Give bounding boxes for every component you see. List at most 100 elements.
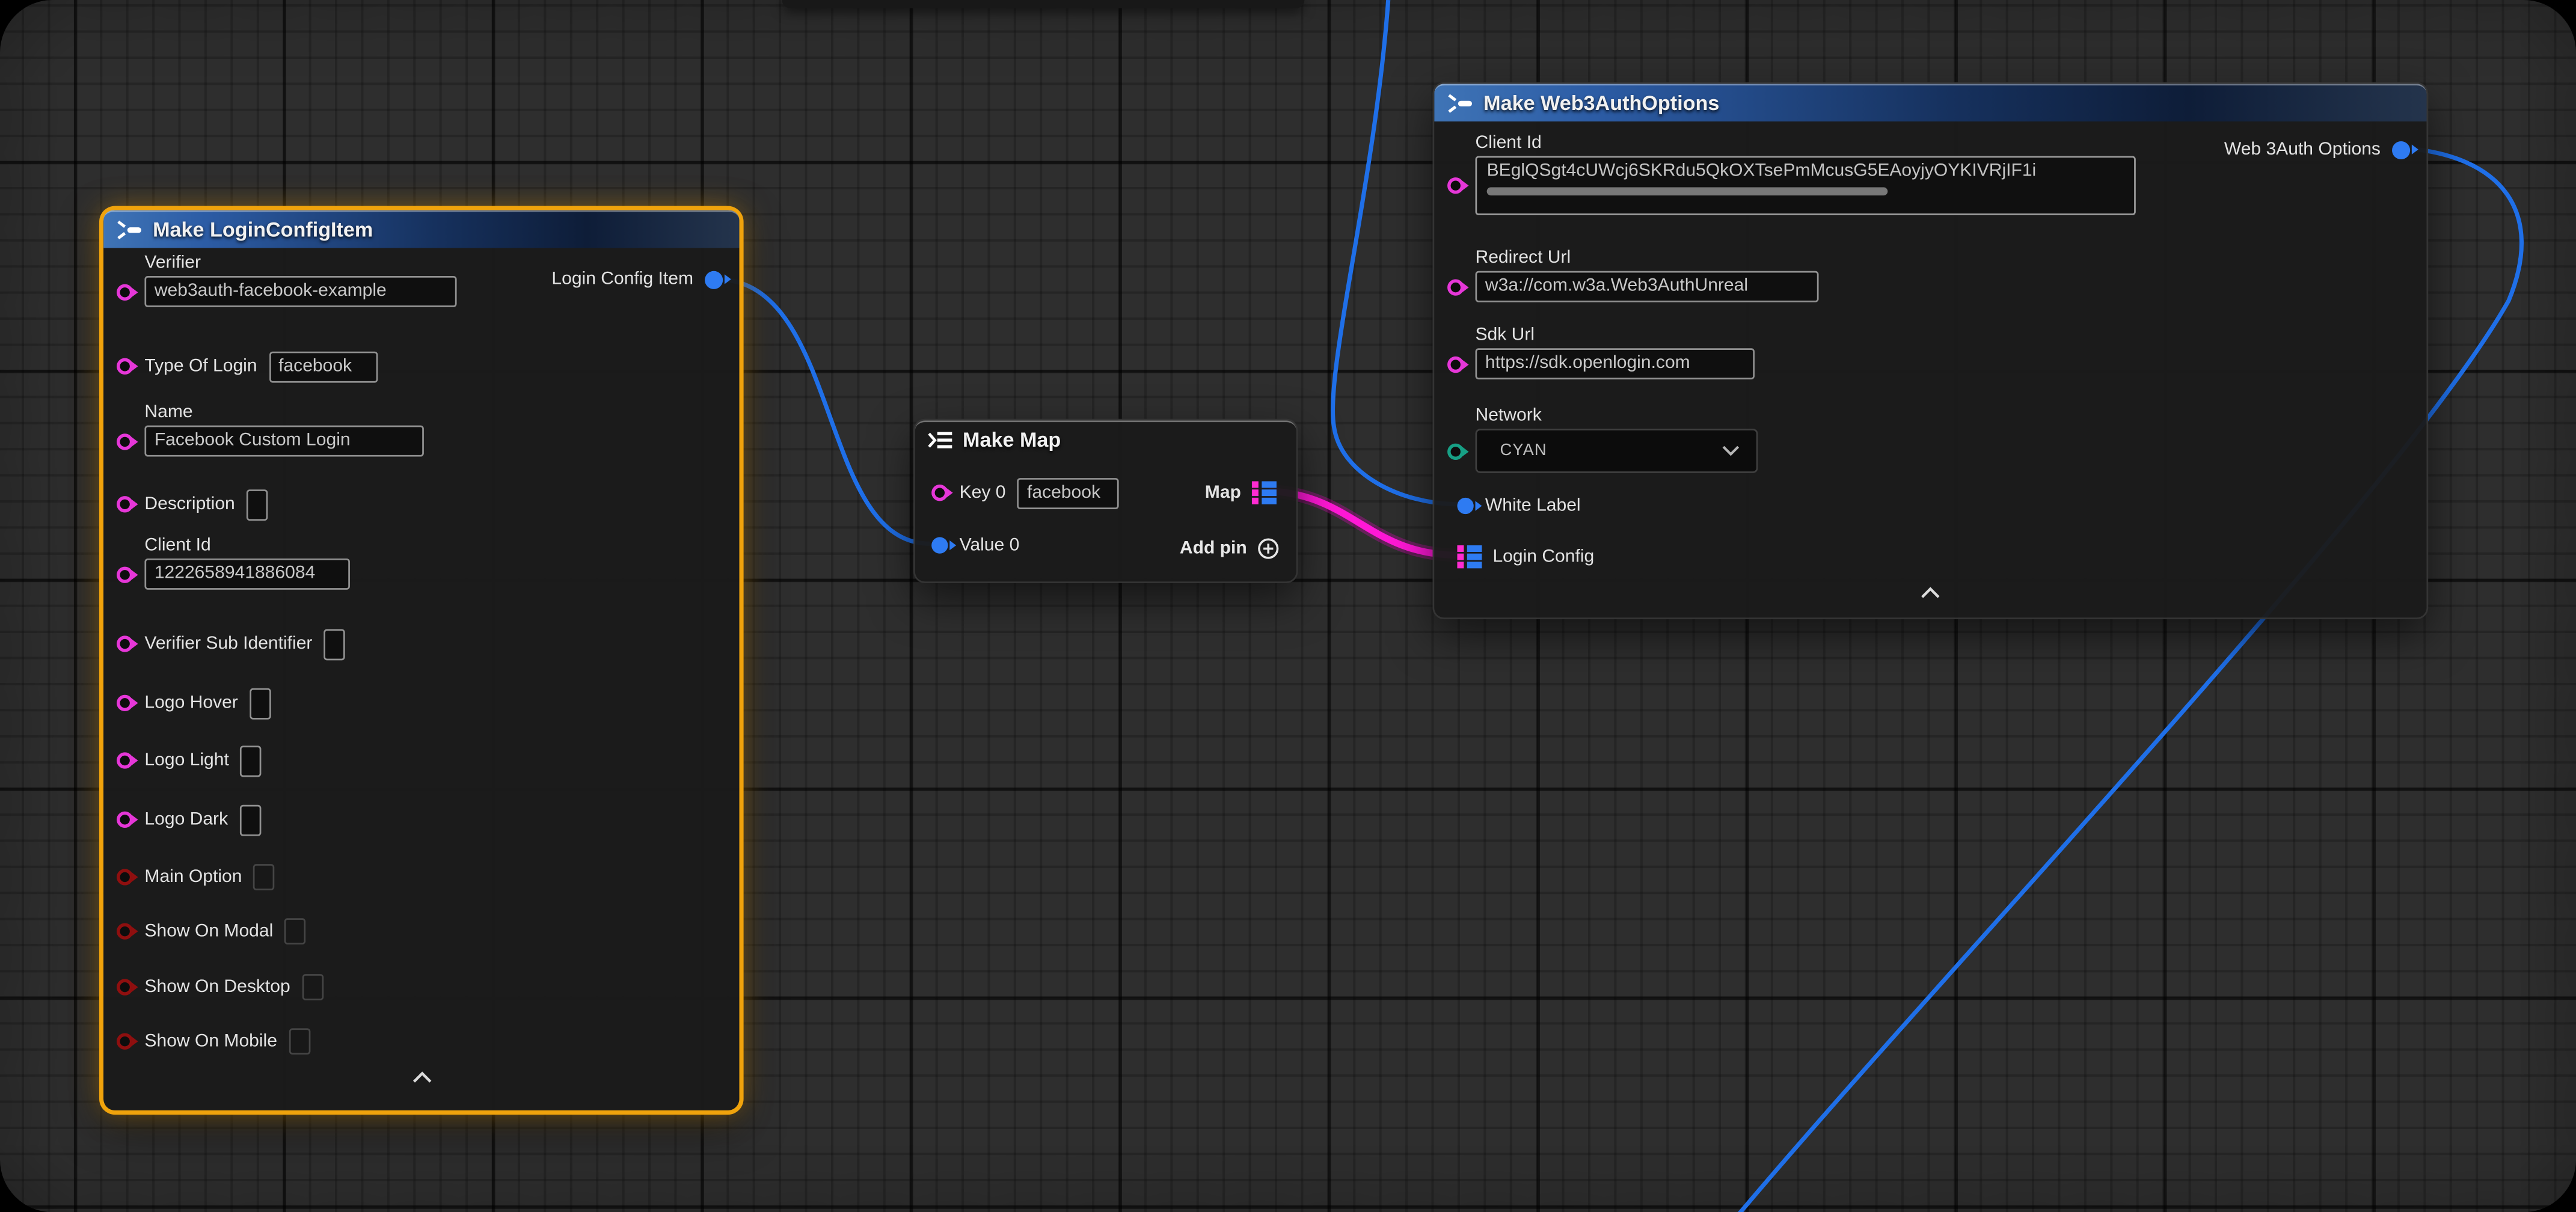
input-pin-verifier-sub-identifier[interactable] (117, 635, 133, 652)
client-id-text: BEglQSgt4cUWcj6SKRdu5QkOXTsePmMcusG5EAoy… (1487, 161, 2124, 181)
add-pin-button[interactable]: Add pin (1180, 529, 1280, 569)
node-title: Make Map (963, 429, 1061, 451)
pin-row-client-id: Client Id BEglQSgt4cUWcj6SKRdu5QkOXTsePm… (1447, 133, 2136, 215)
pin-row-description: Description (117, 486, 268, 522)
pin-row-login-config: Login Config (1457, 539, 1594, 575)
input-pin-white-label[interactable] (1457, 498, 1473, 514)
description-input[interactable] (247, 489, 268, 520)
output-pin-login-config-item[interactable] (705, 270, 723, 288)
pin-row-network: Network CYAN (1447, 406, 1758, 473)
verifier-input[interactable]: web3auth-facebook-example (144, 276, 456, 307)
pin-row-verifier: Verifier web3auth-facebook-example (117, 253, 457, 307)
input-pin-sdk-url[interactable] (1447, 356, 1464, 372)
client-id-input[interactable]: 1222658941886084 (144, 559, 350, 590)
pin-row-sdk-url: Sdk Url https://sdk.openlogin.com (1447, 325, 1755, 379)
pin-row-web3auth-options-out: Web 3Auth Options (2224, 130, 2410, 170)
graph-canvas[interactable]: Make LoginConfigItem Login Config Item V… (0, 0, 2576, 1212)
pin-label: Login Config (1492, 547, 1594, 567)
input-pin-client-id[interactable] (117, 566, 133, 582)
pin-row-value-0: Value 0 (931, 525, 1019, 565)
pin-label: Type Of Login (144, 357, 257, 376)
show-on-modal-checkbox[interactable] (284, 918, 306, 944)
pin-label: Description (144, 494, 235, 514)
client-id-scrollbar[interactable] (1487, 187, 1889, 195)
pin-label: Network (1476, 406, 1758, 429)
logo-light-input[interactable] (241, 745, 262, 776)
input-pin-description[interactable] (117, 496, 133, 512)
input-pin-name[interactable] (117, 433, 133, 449)
pin-row-logo-hover: Logo Hover (117, 685, 271, 721)
pin-row-show-on-modal: Show On Modal (117, 913, 306, 949)
pin-label: Show On Desktop (144, 978, 290, 997)
input-pin-logo-light[interactable] (117, 752, 133, 768)
show-on-desktop-checkbox[interactable] (302, 974, 324, 1000)
node-make-web3authoptions-header[interactable]: Make Web3AuthOptions (1434, 84, 2426, 121)
pin-row-client-id: Client Id 1222658941886084 (117, 536, 350, 590)
node-make-map-header[interactable]: Make Map (915, 420, 1296, 458)
add-pin-label: Add pin (1180, 539, 1247, 559)
input-pin-type-of-login[interactable] (117, 358, 133, 375)
pin-row-show-on-desktop: Show On Desktop (117, 969, 323, 1005)
input-pin-show-on-desktop[interactable] (117, 979, 133, 995)
pin-label: Logo Dark (144, 810, 228, 830)
client-id-input[interactable]: BEglQSgt4cUWcj6SKRdu5QkOXTsePmMcusG5EAoy… (1476, 156, 2136, 215)
input-pin-value-0[interactable] (931, 537, 948, 553)
input-pin-main-option[interactable] (117, 869, 133, 885)
input-pin-redirect-url[interactable] (1447, 278, 1464, 295)
pin-label: Name (144, 402, 423, 425)
blueprint-editor: Make LoginConfigItem Login Config Item V… (0, 0, 2576, 1212)
type-of-login-input[interactable]: facebook (269, 350, 377, 382)
pin-label: Key 0 (960, 483, 1006, 503)
pin-row-show-on-mobile: Show On Mobile (117, 1023, 310, 1059)
input-pin-logo-dark[interactable] (117, 812, 133, 828)
pin-label: Sdk Url (1476, 325, 1755, 348)
node-make-map[interactable]: Make Map Key 0 facebook Value 0 Map Add … (913, 419, 1298, 583)
input-pin-show-on-modal[interactable] (117, 923, 133, 939)
pin-label: Redirect Url (1476, 248, 1819, 271)
verifier-sub-identifier-input[interactable] (324, 628, 346, 660)
pin-label: Show On Modal (144, 922, 273, 941)
show-on-mobile-checkbox[interactable] (289, 1028, 310, 1054)
wire-loginconfigitem-to-value0[interactable] (716, 279, 930, 543)
chevron-down-icon (1722, 445, 1740, 456)
input-pin-client-id[interactable] (1447, 177, 1464, 194)
output-pin-map[interactable] (1253, 481, 1277, 505)
input-pin-network[interactable] (1447, 442, 1464, 459)
node-make-web3authoptions[interactable]: Make Web3AuthOptions Web 3Auth Options C… (1432, 82, 2428, 619)
pin-row-login-config-item-out: Login Config Item (551, 260, 723, 299)
add-pin-plus-icon (1257, 537, 1280, 560)
collapse-chevron-icon[interactable] (1920, 586, 1942, 599)
output-pin-web3auth-options[interactable] (2392, 141, 2410, 159)
pin-label: Show On Mobile (144, 1032, 277, 1051)
key-0-input[interactable]: facebook (1017, 477, 1119, 509)
pin-row-white-label: White Label (1457, 488, 1580, 524)
pin-row-logo-light: Logo Light (117, 742, 262, 779)
logo-dark-input[interactable] (239, 804, 261, 835)
pin-label: Web 3Auth Options (2224, 139, 2381, 159)
pin-label: Logo Light (144, 751, 228, 771)
main-option-checkbox[interactable] (254, 864, 275, 890)
pin-row-redirect-url: Redirect Url w3a://com.w3a.Web3AuthUnrea… (1447, 248, 1818, 302)
collapse-chevron-icon[interactable] (411, 1071, 432, 1084)
pin-row-verifier-sub-identifier: Verifier Sub Identifier (117, 626, 345, 662)
pin-label: Verifier Sub Identifier (144, 634, 312, 654)
pin-label: Client Id (144, 536, 350, 559)
pin-row-name: Name Facebook Custom Login (117, 402, 424, 456)
network-dropdown[interactable]: CYAN (1476, 429, 1758, 473)
sdk-url-input[interactable]: https://sdk.openlogin.com (1476, 348, 1755, 379)
input-pin-verifier[interactable] (117, 283, 133, 299)
redirect-url-input[interactable]: w3a://com.w3a.Web3AuthUnreal (1476, 271, 1819, 302)
pin-row-main-option: Main Option (117, 859, 275, 895)
make-struct-icon (115, 220, 143, 240)
make-map-icon (927, 430, 953, 450)
input-pin-login-config[interactable] (1457, 545, 1481, 569)
pin-row-type-of-login: Type Of Login facebook (117, 348, 377, 384)
node-make-loginconfigitem[interactable]: Make LoginConfigItem Login Config Item V… (103, 210, 739, 1110)
node-make-loginconfigitem-header[interactable]: Make LoginConfigItem (103, 210, 739, 248)
logo-hover-input[interactable] (250, 687, 271, 718)
pin-label: White Label (1485, 496, 1581, 516)
input-pin-logo-hover[interactable] (117, 695, 133, 711)
input-pin-key-0[interactable] (931, 485, 948, 501)
name-input[interactable]: Facebook Custom Login (144, 426, 423, 457)
input-pin-show-on-mobile[interactable] (117, 1033, 133, 1050)
